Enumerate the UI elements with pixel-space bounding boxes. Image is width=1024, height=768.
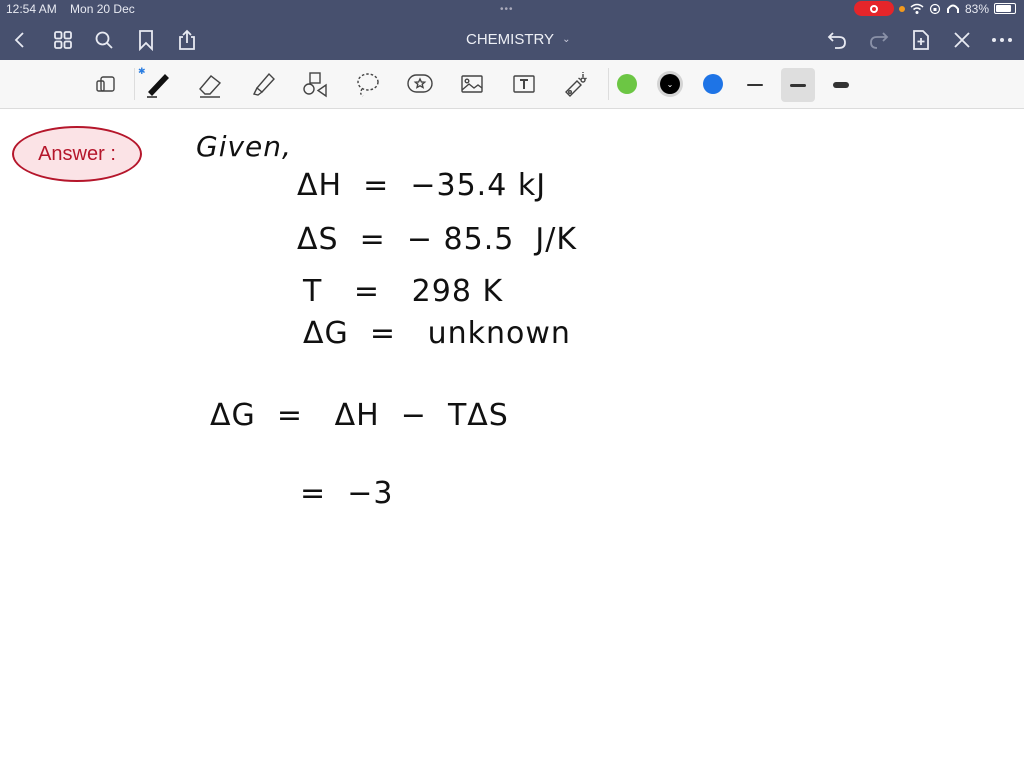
stroke-width-medium[interactable] bbox=[781, 68, 815, 102]
read-mode-button[interactable] bbox=[89, 68, 121, 100]
orientation-lock-icon bbox=[929, 3, 941, 14]
grid-icon bbox=[54, 31, 72, 49]
add-page-icon bbox=[913, 30, 929, 50]
redo-button[interactable] bbox=[867, 28, 891, 52]
pen-tool[interactable] bbox=[141, 68, 173, 100]
more-icon bbox=[992, 38, 1012, 42]
handwritten-gibbs-equation: ΔG = ΔH − TΔS bbox=[210, 398, 509, 433]
answer-badge: Answer : bbox=[12, 126, 142, 182]
handwritten-partial-result: = −3 bbox=[300, 476, 394, 511]
handwritten-given: Given, bbox=[196, 130, 292, 163]
color-swatch-green[interactable] bbox=[617, 74, 637, 94]
toolbar-divider bbox=[134, 68, 135, 100]
document-title[interactable]: CHEMISTRY ⌄ bbox=[466, 31, 570, 48]
laser-pointer-tool[interactable] bbox=[560, 68, 592, 100]
share-button[interactable] bbox=[175, 28, 199, 52]
handwritten-delta-g-unknown: ΔG = unknown bbox=[303, 316, 571, 351]
more-button[interactable] bbox=[990, 28, 1014, 52]
add-page-button[interactable] bbox=[909, 28, 933, 52]
image-tool[interactable] bbox=[456, 68, 488, 100]
bookmark-icon bbox=[139, 30, 153, 51]
multitasking-dots-icon[interactable]: ••• bbox=[500, 4, 514, 15]
undo-button[interactable] bbox=[825, 28, 849, 52]
close-pen-icon bbox=[954, 32, 970, 48]
sticker-icon bbox=[407, 74, 433, 93]
redo-icon bbox=[870, 32, 889, 49]
medium-line-icon bbox=[790, 83, 806, 87]
lasso-tool[interactable] bbox=[352, 68, 384, 100]
bluetooth-pencil-icon: ✱ bbox=[138, 66, 146, 76]
answer-label: Answer : bbox=[38, 142, 116, 165]
highlighter-tool[interactable] bbox=[247, 68, 279, 100]
status-bar-left: 12:54 AM Mon 20 Dec bbox=[6, 2, 145, 16]
bookmark-button[interactable] bbox=[134, 28, 158, 52]
undo-icon bbox=[827, 32, 846, 49]
text-tool[interactable] bbox=[508, 68, 540, 100]
color-swatch-blue[interactable] bbox=[703, 74, 723, 94]
image-icon bbox=[461, 75, 483, 93]
headphones-icon bbox=[946, 4, 959, 13]
stroke-width-thick[interactable] bbox=[824, 68, 858, 102]
color-swatch-black[interactable]: ⌄ bbox=[660, 74, 680, 94]
handwritten-delta-s: ΔS = − 85.5 J/K bbox=[297, 222, 578, 257]
text-icon bbox=[513, 75, 535, 93]
toolbar-divider bbox=[608, 68, 609, 100]
document-title-text: CHEMISTRY bbox=[466, 31, 555, 48]
stroke-width-thin[interactable] bbox=[738, 68, 772, 102]
tool-bar: ⌄ bbox=[0, 60, 1024, 109]
handwritten-delta-h: ΔH = −35.4 kJ bbox=[297, 168, 547, 203]
thin-line-icon bbox=[747, 84, 763, 86]
back-button[interactable] bbox=[8, 28, 32, 52]
share-icon bbox=[179, 29, 195, 50]
eraser-icon bbox=[199, 75, 222, 98]
shapes-tool[interactable] bbox=[299, 68, 331, 100]
top-bar: 12:54 AM Mon 20 Dec ••• 83% CHEMISTRY ⌄ bbox=[0, 0, 1024, 60]
lasso-icon bbox=[357, 73, 379, 97]
battery-icon bbox=[994, 3, 1016, 14]
shapes-icon bbox=[303, 72, 327, 98]
back-icon bbox=[14, 32, 24, 48]
wifi-icon bbox=[910, 3, 924, 14]
screen-record-icon[interactable] bbox=[853, 1, 894, 16]
laser-pointer-icon bbox=[565, 72, 587, 97]
eraser-tool[interactable] bbox=[194, 68, 226, 100]
mic-in-use-dot bbox=[898, 5, 905, 12]
battery-percent: 83% bbox=[964, 1, 989, 16]
highlighter-icon bbox=[252, 72, 275, 96]
read-mode-icon bbox=[96, 76, 115, 92]
chevron-down-icon: ⌄ bbox=[666, 79, 674, 89]
thick-line-icon bbox=[833, 82, 849, 88]
status-date: Mon 20 Dec bbox=[70, 2, 135, 16]
grid-view-button[interactable] bbox=[51, 28, 75, 52]
search-button[interactable] bbox=[92, 28, 116, 52]
pen-icon bbox=[147, 73, 169, 98]
status-time: 12:54 AM bbox=[6, 2, 57, 16]
search-icon bbox=[95, 31, 113, 49]
chevron-down-icon: ⌄ bbox=[562, 34, 571, 45]
close-pen-button[interactable] bbox=[950, 28, 974, 52]
status-bar-right: 83% bbox=[853, 1, 1016, 16]
handwritten-temperature: T = 298 K bbox=[303, 274, 504, 309]
sticker-tool[interactable] bbox=[404, 68, 436, 100]
